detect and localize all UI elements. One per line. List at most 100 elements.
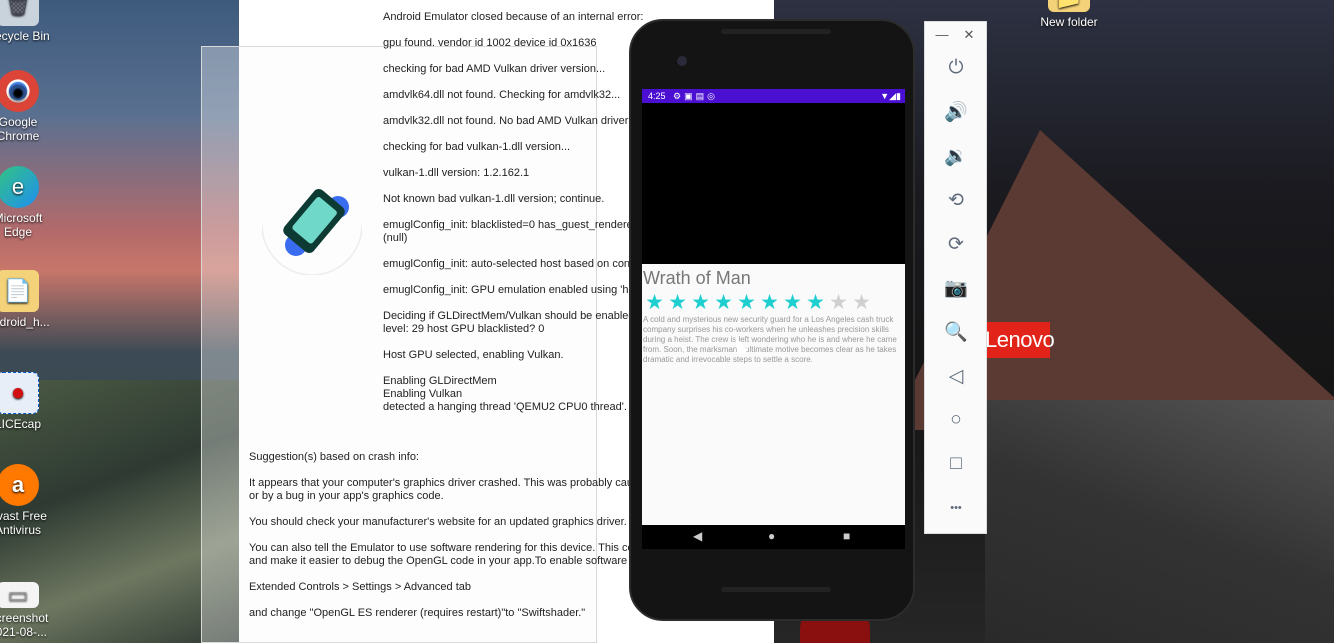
suggestion-line: You can also tell the Emulator to use so… [249,542,634,554]
desktop-icon-label: LICEcap [0,417,42,431]
movie-title: Wrath of Man [643,268,751,288]
volume-down-icon: 🔉 [944,146,968,167]
desktop-icon-licecap[interactable]: ⏺ LICEcap [0,372,58,431]
status-bar: 4:25 ⚙▣▤◎ ▼◢▮ [642,89,905,103]
front-camera [677,56,687,66]
overview-icon: □ [950,453,962,474]
star-empty-icon[interactable]: ★ [850,292,873,314]
suggestion-line: and make it easier to debug the OpenGL c… [249,555,634,567]
rotate-left-button[interactable]: ⟲ [943,187,969,213]
image-file-icon: ▭ [0,582,39,608]
suggestion-line: You should check your manufacturer's web… [249,516,627,528]
star-filled-icon[interactable]: ★ [643,292,666,314]
more-button[interactable]: ••• [943,495,969,521]
minimize-button[interactable]: — [935,27,949,42]
more-icon: ••• [950,502,962,514]
star-filled-icon[interactable]: ★ [712,292,735,314]
camera-button[interactable]: 📷 [943,275,969,301]
back-icon: ◁ [948,365,964,387]
report-line: emuglConfig_init: auto-selected host bas… [383,258,636,270]
edge-icon: e [0,166,39,208]
report-line: checking for bad AMD Vulkan driver versi… [383,63,606,75]
rotate-right-button[interactable]: ⟳ [943,231,969,257]
suggestion-line: and change "OpenGL ES renderer (requires… [249,607,586,619]
desktop-icon-android-file[interactable]: 📄 android_h... [0,270,58,329]
power-icon: ⏻ [948,57,964,78]
desktop-icon-label: Microsoft Edge [0,211,43,239]
star-filled-icon[interactable]: ★ [758,292,781,314]
signal-battery-icon: ▼◢▮ [880,91,901,101]
star-filled-icon[interactable]: ★ [666,292,689,314]
emulator-toolbar: — ✕ ⏻ 🔊 🔉 ⟲ ⟳ 📷 🔍 ◁ ○ □ ••• [924,21,987,534]
suggestion-line: or by a bug in your app's graphics code. [249,490,444,502]
movie-card[interactable]: Wrath of Man ★ ★ ★ ★ ★ ★ ★ ★ ★ ★ A cold and myste… [642,264,905,525]
phone-screen[interactable]: 4:25 ⚙▣▤◎ ▼◢▮ Wrath of Man ★ ★ ★ ★ ★ ★ ★ ★ ★ ★ A … [642,89,905,549]
power-button[interactable]: ⏻ [943,55,969,81]
desktop-icon-avast[interactable]: a Avast Free Antivirus [0,464,58,537]
licecap-icon: ⏺ [0,372,39,414]
folder-icon: 📄 [0,270,39,312]
report-line: amdvlk64.dll not found. Checking for amd… [383,89,621,101]
desktop-icon-label: Screenshot 2021-08-... [0,611,49,639]
volume-up-icon: 🔊 [944,102,968,123]
report-line: Deciding if GLDirectMem/Vulkan should be… [383,310,638,322]
notification-icons: ⚙▣▤◎ [673,91,718,101]
desktop-icon-label: Avast Free Antivirus [0,509,47,537]
desktop-icon-label: Recycle Bin [0,29,50,43]
report-line: emuglConfig_init: GPU emulation enabled … [383,284,644,296]
close-button[interactable]: ✕ [962,27,976,43]
rating-bar[interactable]: ★ ★ ★ ★ ★ ★ ★ ★ ★ ★ [643,292,873,314]
desktop-icon-edge[interactable]: e Microsoft Edge [0,166,58,239]
status-time: 4:25 [648,91,666,101]
star-filled-icon[interactable]: ★ [781,292,804,314]
star-empty-icon[interactable]: ★ [827,292,850,314]
report-line: Android Emulator closed because of an in… [383,11,644,23]
nav-recents-icon[interactable]: ■ [843,529,850,543]
movie-description: A cold and mysterious new security guard… [643,315,897,364]
rotate-left-icon: ⟲ [948,189,964,211]
earpiece-speaker [721,29,831,34]
report-line: (null) [383,232,408,244]
desktop-icon-recycle-bin[interactable]: 🗑 Recycle Bin [0,0,58,43]
star-filled-icon[interactable]: ★ [735,292,758,314]
volume-down-button[interactable]: 🔉 [943,143,969,169]
overview-button[interactable]: □ [943,451,969,477]
report-line: emuglConfig_init: blacklisted=0 has_gues… [383,219,633,231]
back-button[interactable]: ◁ [943,363,969,389]
desktop-icon-screenshot[interactable]: ▭ Screenshot 2021-08-... [0,582,58,639]
wallpaper-rocks-right [985,400,1334,643]
chrome-icon: ◉ [0,70,39,112]
zoom-icon: 🔍 [944,322,968,343]
volume-up-button[interactable]: 🔊 [943,99,969,125]
report-line: Enabling Vulkan [383,388,463,400]
report-line: detected a hanging thread 'QEMU2 CPU0 th… [383,401,638,413]
desktop-icon-new-folder[interactable]: 📁 New folder [1029,0,1109,29]
report-line: gpu found. vendor id 1002 device id 0x16… [383,37,597,49]
recycle-bin-icon: 🗑 [0,0,39,26]
camera-icon: 📷 [944,278,968,299]
folder-icon: 📁 [1048,0,1090,12]
rotate-right-icon: ⟳ [948,233,964,255]
report-line: Enabling GLDirectMem [383,375,497,387]
suggestion-line: Suggestion(s) based on crash info: [249,451,419,463]
home-button[interactable]: ○ [943,407,969,433]
desktop-icon-label: android_h... [0,315,50,329]
navigation-bar: ◀ ● ■ [642,525,905,549]
star-filled-icon[interactable]: ★ [689,292,712,314]
suggestion-line: Extended Controls > Settings > Advanced … [249,581,471,593]
nav-back-icon[interactable]: ◀ [693,529,702,543]
suggestion-line: It appears that your computer's graphics… [249,477,634,489]
desktop-icon-label: New folder [1040,15,1098,29]
phone-frame: 4:25 ⚙▣▤◎ ▼◢▮ Wrath of Man ★ ★ ★ ★ ★ ★ ★ ★ ★ ★ A … [629,19,915,621]
report-line: amdvlk32.dll not found. No bad AMD Vulka… [383,115,637,127]
lenovo-logo: Lenovo [985,322,1055,358]
desktop-icon-chrome[interactable]: ◉ Google Chrome [0,70,58,143]
star-filled-icon[interactable]: ★ [804,292,827,314]
desktop-icon-label: Google Chrome [0,115,40,143]
report-line: level: 29 host GPU blacklisted? 0 [383,323,545,335]
report-line: vulkan-1.dll version: 1.2.162.1 [383,167,530,179]
nav-home-icon[interactable]: ● [768,529,775,543]
zoom-button[interactable]: 🔍 [943,319,969,345]
home-icon: ○ [950,409,962,430]
android-emulator-logo [262,189,362,275]
